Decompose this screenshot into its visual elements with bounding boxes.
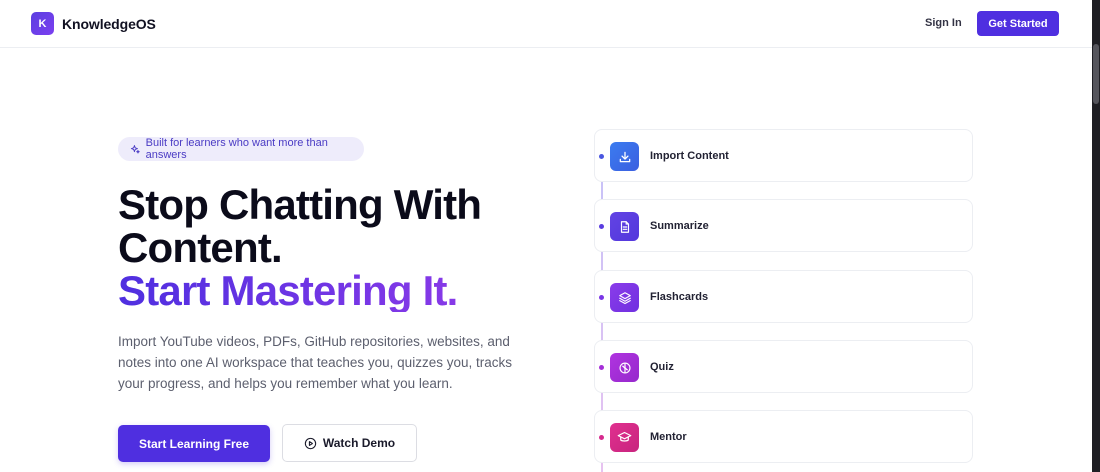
- headline-line-2: Content.: [118, 224, 283, 271]
- scrollbar-track[interactable]: [1092, 0, 1100, 472]
- step-label: Quiz: [650, 361, 674, 373]
- sign-in-link[interactable]: Sign In: [925, 17, 962, 29]
- brand[interactable]: K KnowledgeOS: [31, 12, 156, 35]
- landing-page: K KnowledgeOS Sign In Get Started Built …: [0, 0, 1100, 472]
- headline-line-1: Stop Chatting With: [118, 181, 482, 228]
- step-label: Summarize: [650, 220, 709, 232]
- watch-demo-button[interactable]: Watch Demo: [282, 424, 417, 462]
- watch-demo-label: Watch Demo: [322, 436, 396, 450]
- sparkle-icon: [130, 144, 140, 153]
- download-icon: [610, 142, 639, 171]
- play-circle-icon: [304, 437, 317, 449]
- hero-headline: Stop Chatting With Content. Start Master…: [118, 181, 482, 312]
- step-dot: [599, 154, 604, 159]
- document-icon: [610, 212, 639, 241]
- step-dot: [599, 435, 604, 440]
- step-dot: [599, 365, 604, 370]
- step-mentor[interactable]: Mentor: [594, 410, 973, 463]
- scrollbar-thumb[interactable]: [1093, 44, 1099, 104]
- top-nav: K KnowledgeOS Sign In Get Started: [0, 0, 1092, 48]
- headline-accent: Start Mastering It.: [118, 269, 481, 312]
- brand-name: KnowledgeOS: [62, 15, 156, 32]
- step-quiz[interactable]: Quiz: [594, 340, 973, 393]
- step-dot: [599, 295, 604, 300]
- step-label: Mentor: [650, 431, 687, 443]
- step-label: Import Content: [650, 150, 729, 162]
- brain-icon: [610, 353, 639, 382]
- step-label: Flashcards: [650, 291, 709, 303]
- brand-logo-icon: K: [31, 12, 54, 35]
- get-started-button[interactable]: Get Started: [977, 11, 1059, 36]
- graduation-cap-icon: [610, 423, 639, 452]
- step-dot: [599, 224, 604, 229]
- hero-badge: Built for learners who want more than an…: [118, 137, 364, 161]
- step-import-content[interactable]: Import Content: [594, 129, 973, 182]
- layers-icon: [610, 283, 639, 312]
- hero-description: Import YouTube videos, PDFs, GitHub repo…: [118, 334, 512, 391]
- hero-badge-text: Built for learners who want more than an…: [145, 137, 328, 161]
- start-learning-button[interactable]: Start Learning Free: [118, 425, 270, 462]
- step-flashcards[interactable]: Flashcards: [594, 270, 973, 323]
- step-summarize[interactable]: Summarize: [594, 199, 973, 252]
